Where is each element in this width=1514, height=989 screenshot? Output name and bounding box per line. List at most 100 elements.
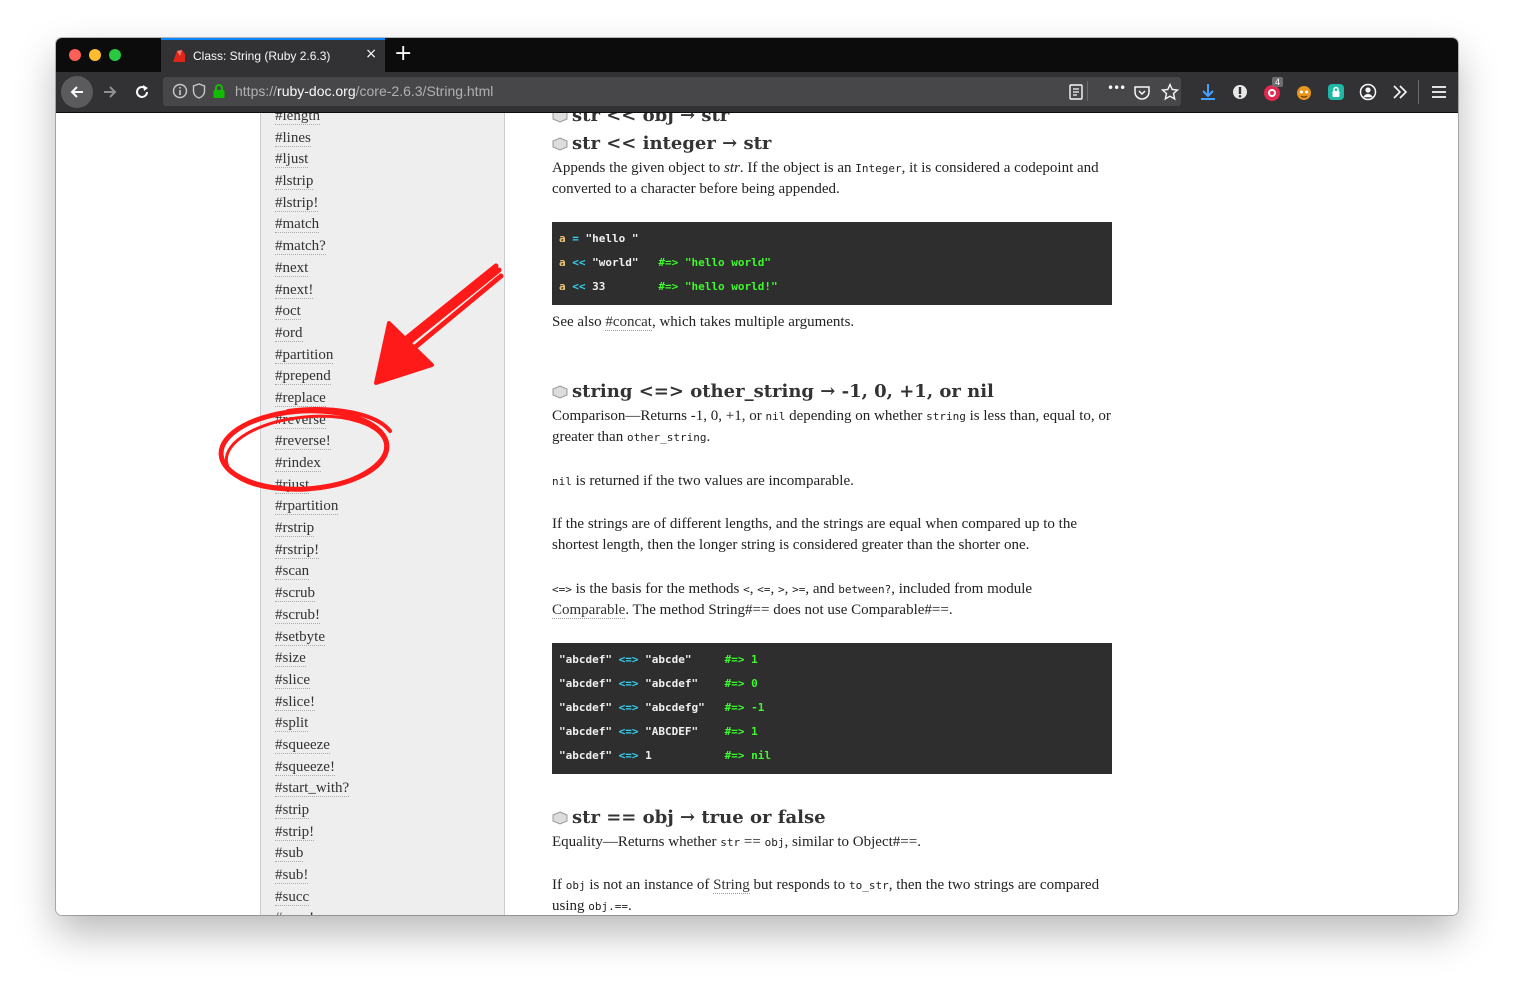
sidebar-method-item[interactable]: #prepend [275,366,349,388]
method-link[interactable]: #squeeze! [275,758,335,776]
sidebar-method-item[interactable]: #scrub! [275,605,349,627]
method-link[interactable]: #sub! [275,867,309,885]
method-link[interactable]: #reverse! [275,433,331,451]
method-link[interactable]: #next [275,259,309,277]
sidebar-method-item[interactable]: #match? [275,236,349,258]
sidebar-method-item[interactable]: #size [275,648,349,670]
method-link[interactable]: #lstrip! [275,194,319,212]
info-icon[interactable] [172,83,188,99]
sidebar-method-item[interactable]: #start_with? [275,778,350,800]
method-link[interactable]: #lstrip [275,173,314,191]
method-link[interactable]: #ord [275,324,303,342]
new-tab-button[interactable]: + [394,41,412,66]
account-icon[interactable] [1358,82,1378,102]
method-link[interactable]: #setbyte [275,628,325,646]
minimize-window-button[interactable] [89,49,101,61]
sidebar-method-item[interactable]: #scan [275,561,349,583]
method-link[interactable]: #size [275,650,306,668]
method-link[interactable]: #start_with? [275,780,350,798]
sidebar-method-item[interactable]: #partition [275,345,349,367]
sidebar-method-item[interactable]: #squeeze [275,735,349,757]
method-link[interactable]: #next! [275,281,314,299]
method-link[interactable]: #scrub [275,585,315,603]
page-actions-menu-icon[interactable]: ••• [1107,81,1126,95]
method-link[interactable]: #scrub! [275,606,320,624]
tab-string-docs[interactable]: Class: String (Ruby 2.6.3) × [161,38,385,72]
sidebar-method-item[interactable]: #replace [275,388,349,410]
method-link[interactable]: #partition [275,346,334,364]
method-link[interactable]: #scan [275,563,310,581]
method-link[interactable]: #succ! [275,910,315,915]
string-link[interactable]: String [713,877,750,894]
sidebar-method-item[interactable]: #rjust [275,475,349,497]
sidebar-method-item[interactable]: #rpartition [275,496,349,518]
sidebar-method-item[interactable]: #lstrip [275,171,349,193]
sidebar-method-item[interactable]: #sub [275,843,349,865]
sidebar-method-item[interactable]: #scrub [275,583,349,605]
sidebar-method-item[interactable]: #sub! [275,865,349,887]
close-window-button[interactable] [69,49,81,61]
method-link[interactable]: #rindex [275,455,321,472]
method-link[interactable]: #rstrip! [275,541,320,559]
sidebar-method-item[interactable]: #strip! [275,822,349,844]
method-link[interactable]: #slice! [275,693,315,711]
sidebar-method-item[interactable]: #rstrip! [275,540,349,562]
method-link[interactable]: #split [275,715,309,733]
bookmark-star-icon[interactable] [1161,83,1179,101]
method-link[interactable]: #replace [275,389,326,407]
sidebar-method-item[interactable]: #rindex [275,453,349,475]
sidebar-method-item[interactable]: #slice! [275,692,349,714]
reader-view-icon[interactable] [1067,83,1085,101]
tampermonkey-icon[interactable] [1294,82,1314,102]
method-link[interactable]: #succ [275,888,310,906]
method-link[interactable]: #slice [275,671,310,689]
lock-icon[interactable] [212,83,226,99]
password-manager-icon[interactable] [1230,82,1250,102]
method-link[interactable]: #strip [275,802,310,819]
sidebar-method-item[interactable]: #squeeze! [275,757,349,779]
sidebar-method-item[interactable]: #succ [275,887,349,909]
method-link[interactable]: #rstrip [275,520,315,538]
method-link[interactable]: #rjust [275,476,310,494]
method-link[interactable]: #match [275,216,320,234]
method-link[interactable]: #prepend [275,368,331,386]
url-text[interactable]: https://ruby-doc.org/core-2.6.3/String.h… [235,83,493,99]
close-tab-icon[interactable]: × [365,46,377,62]
method-link[interactable]: #lines [275,129,311,147]
method-link[interactable]: #length [275,113,320,125]
reload-button[interactable] [126,76,158,108]
overflow-chevron-icon[interactable] [1390,82,1410,102]
sidebar-method-item[interactable]: #setbyte [275,627,349,649]
sidebar-method-item[interactable]: #ord [275,323,349,345]
method-link[interactable]: #sub [275,845,304,863]
method-link[interactable]: #oct [275,303,301,321]
comparable-link[interactable]: Comparable [552,602,626,619]
method-link[interactable]: #ljust [275,151,309,169]
sidebar-method-item[interactable]: #ljust [275,149,349,171]
back-button[interactable] [61,76,93,108]
lock-extension-icon[interactable] [1326,82,1346,102]
method-link[interactable]: #match? [275,238,326,256]
tracking-shield-icon[interactable] [192,83,206,99]
sidebar-method-item[interactable]: #match [275,214,349,236]
sidebar-method-item[interactable]: #oct [275,301,349,323]
address-bar[interactable]: https://ruby-doc.org/core-2.6.3/String.h… [163,77,1181,106]
hamburger-menu-icon[interactable] [1429,82,1449,102]
sidebar-method-item[interactable]: #lstrip! [275,193,349,215]
zoom-window-button[interactable] [109,49,121,61]
sidebar-method-item[interactable]: #reverse! [275,431,349,453]
method-link[interactable]: #rpartition [275,498,339,516]
sidebar-method-item[interactable]: #reverse [275,410,349,432]
downloads-icon[interactable] [1198,82,1218,102]
sidebar-method-item[interactable]: #split [275,713,349,735]
sidebar-method-item[interactable]: #length [275,113,349,128]
sidebar-method-item[interactable]: #strip [275,800,349,822]
sidebar-method-item[interactable]: #next [275,258,349,280]
sidebar-method-item[interactable]: #next! [275,280,349,302]
method-link[interactable]: #reverse [275,411,326,429]
pocket-icon[interactable] [1133,83,1151,101]
sidebar-method-item[interactable]: #rstrip [275,518,349,540]
sidebar-method-item[interactable]: #lines [275,128,349,150]
sidebar-method-item[interactable]: #succ! [275,908,349,915]
concat-link[interactable]: #concat [605,314,652,331]
